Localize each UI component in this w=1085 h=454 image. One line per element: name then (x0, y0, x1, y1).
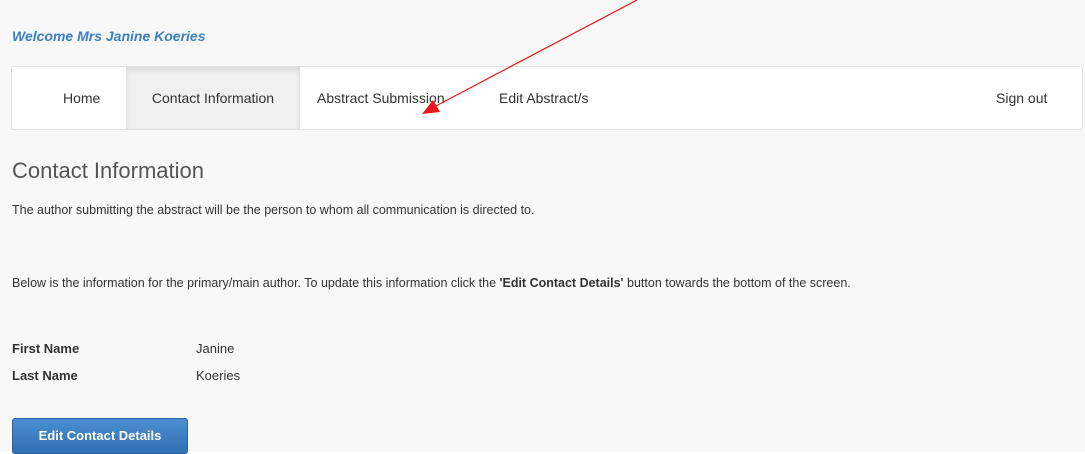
info-text-highlight: 'Edit Contact Details' (499, 276, 624, 290)
info-text: Below is the information for the primary… (12, 272, 1072, 294)
nav-sign-out[interactable]: Sign out (996, 67, 1047, 129)
navbar: Home Contact Information Abstract Submis… (11, 66, 1083, 130)
page-title: Contact Information (12, 158, 204, 183)
first-name-value: Janine (196, 341, 235, 356)
nav-edit-abstracts[interactable]: Edit Abstract/s (499, 67, 588, 129)
nav-contact-information[interactable]: Contact Information (126, 67, 300, 129)
last-name-value: Koeries (196, 368, 241, 383)
page: Welcome Mrs Janine Koeries Home Contact … (0, 0, 1085, 454)
nav-home[interactable]: Home (63, 67, 100, 129)
last-name-label: Last Name (12, 368, 78, 383)
first-name-label: First Name (12, 341, 80, 356)
nav-abstract-submission[interactable]: Abstract Submission (317, 67, 445, 129)
intro-text: The author submitting the abstract will … (12, 203, 535, 217)
welcome-message: Welcome Mrs Janine Koeries (12, 28, 206, 44)
info-text-before: Below is the information for the primary… (12, 276, 500, 290)
edit-contact-details-button[interactable]: Edit Contact Details (12, 418, 188, 454)
info-text-after: button towards the bottom of the screen. (623, 276, 851, 290)
